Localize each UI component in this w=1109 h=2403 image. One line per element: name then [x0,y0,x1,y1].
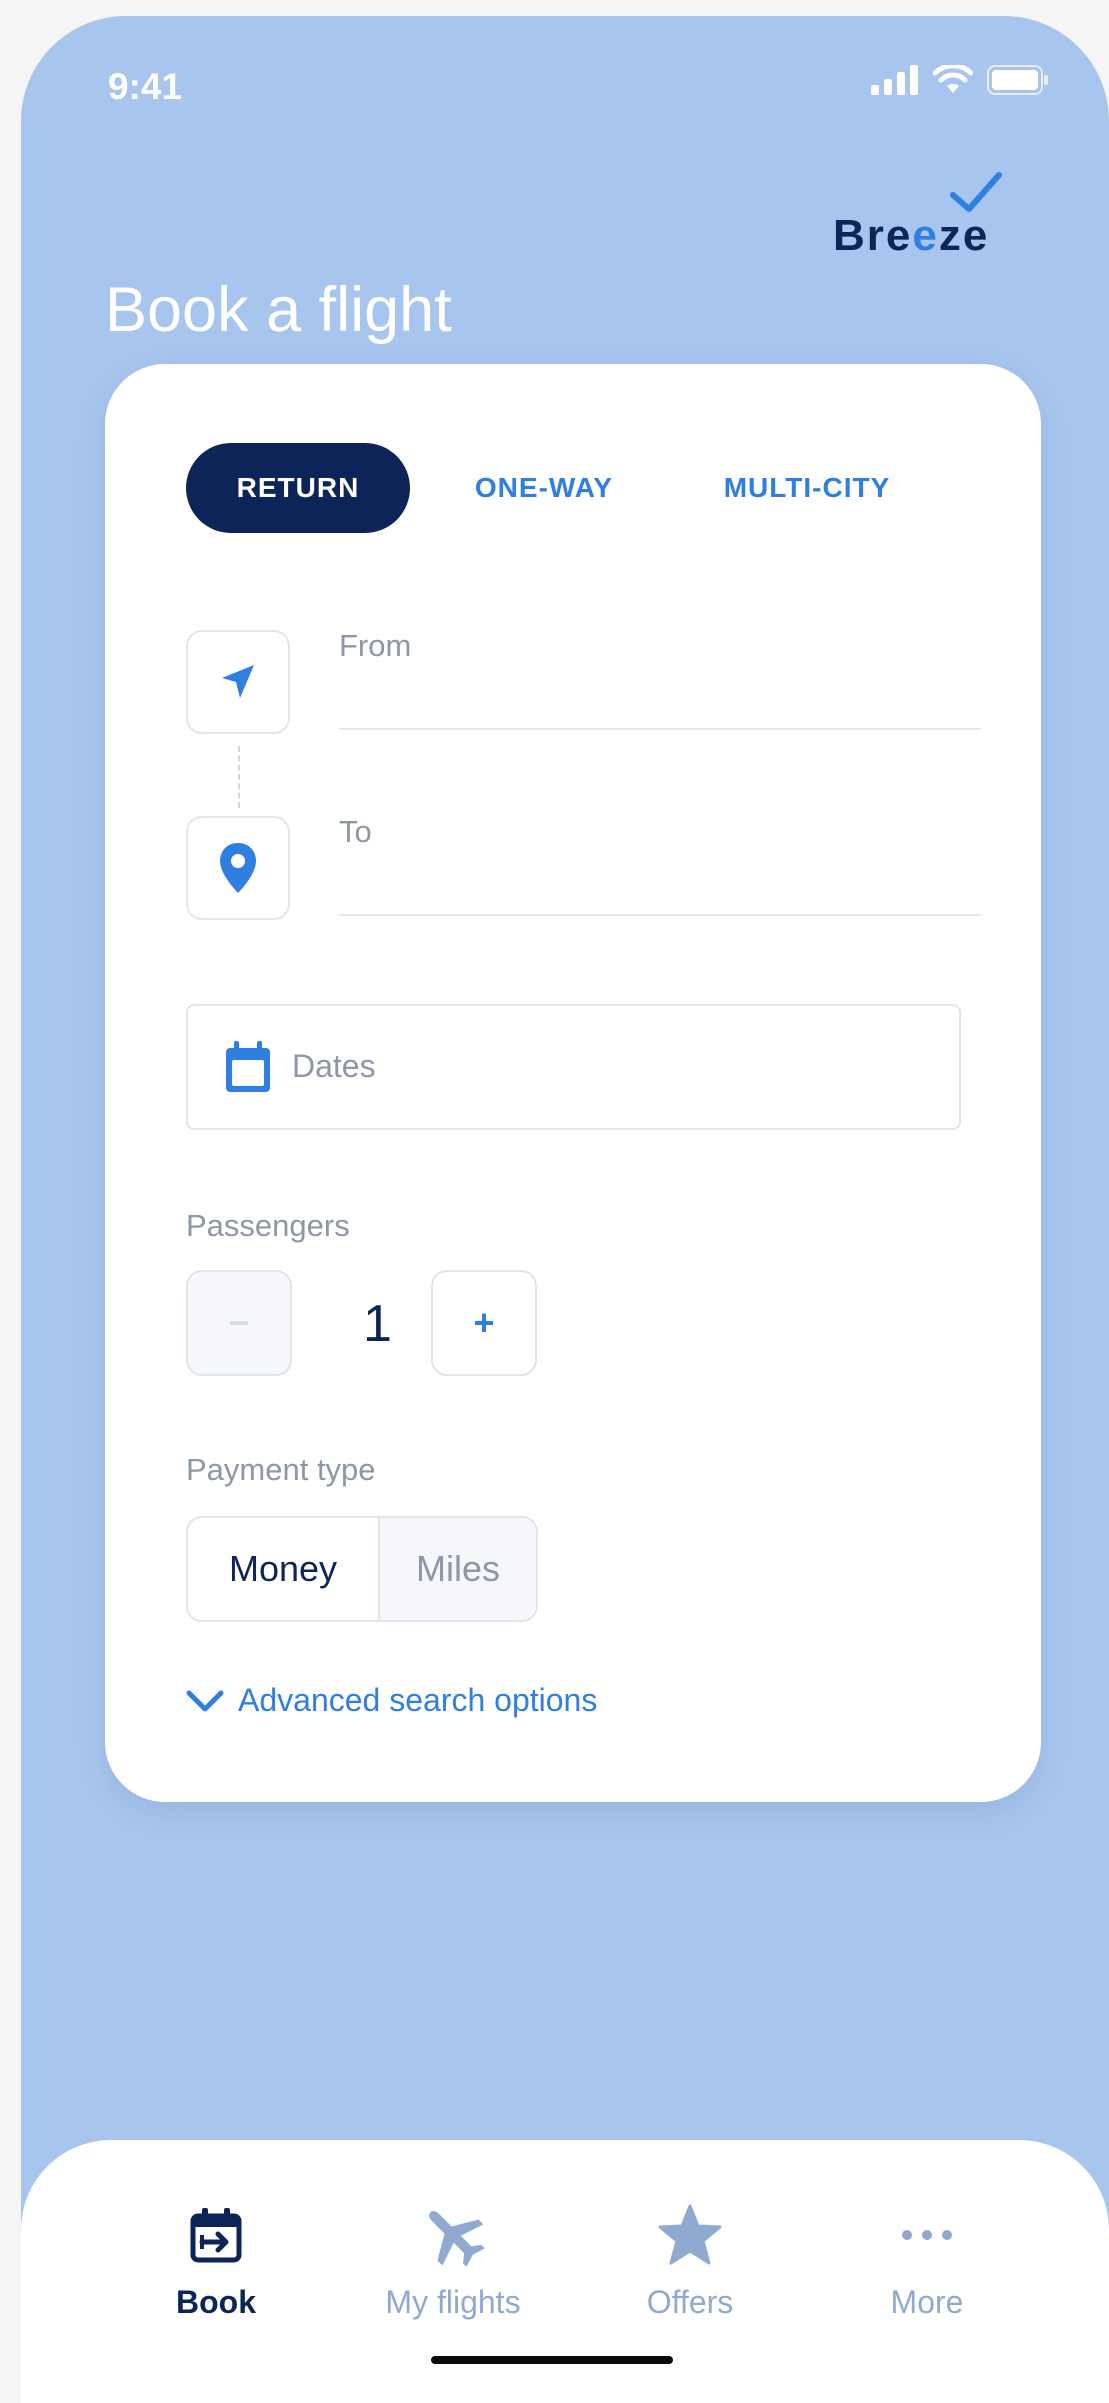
status-icons [871,60,1049,100]
from-input[interactable] [339,728,981,730]
advanced-search-label: Advanced search options [238,1682,598,1718]
star-icon [658,2204,722,2265]
payment-type-label: Payment type [186,1452,376,1487]
tab-multi-city[interactable]: MULTI-CITY [678,443,936,533]
nav-more-label: More [890,2284,964,2320]
tab-one-way[interactable]: ONE-WAY [410,443,678,533]
nav-book[interactable]: Book [106,2200,326,2321]
route-connector [238,746,240,808]
app-screen: 9:41 Breeze Book a flight RETURN ONE-WAY [21,16,1109,2403]
status-time: 9:41 [108,66,183,107]
map-pin-icon [220,843,256,893]
passenger-decrement-button[interactable]: − [186,1270,292,1376]
chevron-down-icon [186,1690,224,1711]
dates-field[interactable]: Dates [186,1004,961,1130]
breeze-logo: Breeze [827,171,1067,261]
nav-my-flights[interactable]: My flights [343,2200,563,2321]
more-dots-icon [902,2230,952,2240]
plane-icon [429,2211,485,2267]
to-input[interactable] [339,914,981,916]
passengers-label: Passengers [186,1208,350,1243]
navigation-arrow-icon [222,665,254,698]
wifi-icon [933,65,973,93]
from-icon-button[interactable] [186,630,290,734]
payment-type-toggle: Money Miles [186,1516,538,1622]
passenger-count: 1 [363,1295,392,1353]
booking-card: RETURN ONE-WAY MULTI-CITY From To Dates … [105,364,1041,1802]
advanced-search-toggle[interactable]: Advanced search options [186,1682,597,1719]
battery-icon [987,65,1048,95]
passenger-increment-button[interactable]: + [431,1270,537,1376]
nav-book-label: Book [176,2284,256,2320]
logo-wordmark: Breeze [833,211,990,260]
payment-option-money[interactable]: Money [188,1518,380,1620]
calendar-icon [226,1041,270,1092]
signal-icon [871,65,918,95]
dates-placeholder: Dates [292,1048,376,1084]
to-icon-button[interactable] [186,816,290,920]
home-indicator [431,2356,673,2364]
calendar-arrow-icon [190,2208,242,2263]
tab-return[interactable]: RETURN [186,443,410,533]
nav-offers[interactable]: Offers [580,2200,800,2321]
payment-option-miles[interactable]: Miles [380,1518,536,1620]
checkmark-logo-icon [950,172,1002,212]
trip-type-tabs: RETURN ONE-WAY MULTI-CITY [186,443,936,533]
nav-offers-label: Offers [646,2284,734,2320]
nav-my-flights-label: My flights [385,2284,521,2320]
page-title: Book a flight [105,275,452,345]
to-label: To [339,814,372,849]
nav-more[interactable]: More [817,2200,1037,2321]
from-label: From [339,628,412,663]
